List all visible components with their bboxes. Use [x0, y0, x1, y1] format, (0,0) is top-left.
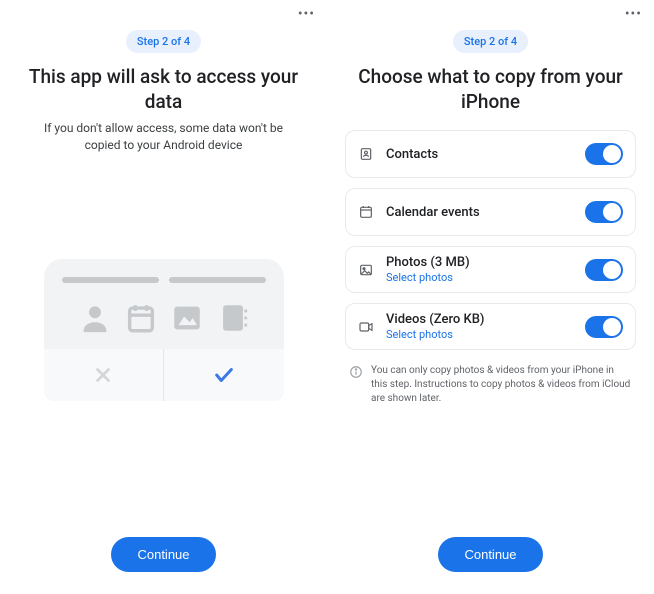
copy-item-videos[interactable]: Videos (Zero KB) Select photos — [345, 303, 636, 350]
deny-illustration-button — [44, 349, 164, 401]
item-label: Calendar events — [386, 205, 573, 220]
screen-choose-copy: ••• Step 2 of 4 Choose what to copy from… — [327, 0, 654, 594]
item-label: Photos (3 MB) — [386, 255, 573, 270]
copy-item-contacts[interactable]: Contacts — [345, 130, 636, 178]
copy-item-calendar[interactable]: Calendar events — [345, 188, 636, 236]
photos-icon — [358, 262, 374, 278]
page-subtitle: If you don't allow access, some data won… — [18, 120, 309, 152]
toggle-photos[interactable] — [585, 259, 623, 281]
info-note: You can only copy photos & videos from y… — [345, 364, 636, 406]
continue-button[interactable]: Continue — [111, 537, 215, 572]
placeholder-line — [62, 277, 159, 283]
check-icon — [211, 364, 237, 386]
page-title: Choose what to copy from your iPhone — [345, 65, 636, 114]
info-icon — [349, 365, 363, 379]
item-label: Contacts — [386, 147, 573, 162]
step-badge: Step 2 of 4 — [126, 30, 201, 53]
toggle-videos[interactable] — [585, 316, 623, 338]
copy-list: Contacts Calendar events Photos (3 MB) S… — [345, 130, 636, 350]
toggle-calendar[interactable] — [585, 201, 623, 223]
image-icon — [170, 301, 204, 335]
permission-illustration — [44, 259, 284, 401]
more-menu-icon[interactable]: ••• — [298, 6, 315, 22]
step-badge: Step 2 of 4 — [453, 30, 528, 53]
calendar-icon — [124, 301, 158, 335]
more-menu-icon[interactable]: ••• — [625, 6, 642, 22]
toggle-contacts[interactable] — [585, 143, 623, 165]
item-label: Videos (Zero KB) — [386, 312, 573, 327]
select-videos-link[interactable]: Select photos — [386, 328, 573, 341]
calendar-icon — [358, 204, 374, 220]
select-photos-link[interactable]: Select photos — [386, 271, 573, 284]
info-text: You can only copy photos & videos from y… — [371, 364, 632, 406]
screen-access-prompt: ••• Step 2 of 4 This app will ask to acc… — [0, 0, 327, 594]
person-icon — [78, 301, 112, 335]
videos-icon — [358, 319, 374, 335]
contacts-icon — [358, 146, 374, 162]
copy-item-photos[interactable]: Photos (3 MB) Select photos — [345, 246, 636, 293]
placeholder-line — [169, 277, 266, 283]
page-title: This app will ask to access your data — [18, 65, 309, 114]
continue-button[interactable]: Continue — [438, 537, 542, 572]
contacts-book-icon — [216, 301, 250, 335]
allow-illustration-button — [164, 349, 284, 401]
close-icon — [92, 364, 114, 386]
